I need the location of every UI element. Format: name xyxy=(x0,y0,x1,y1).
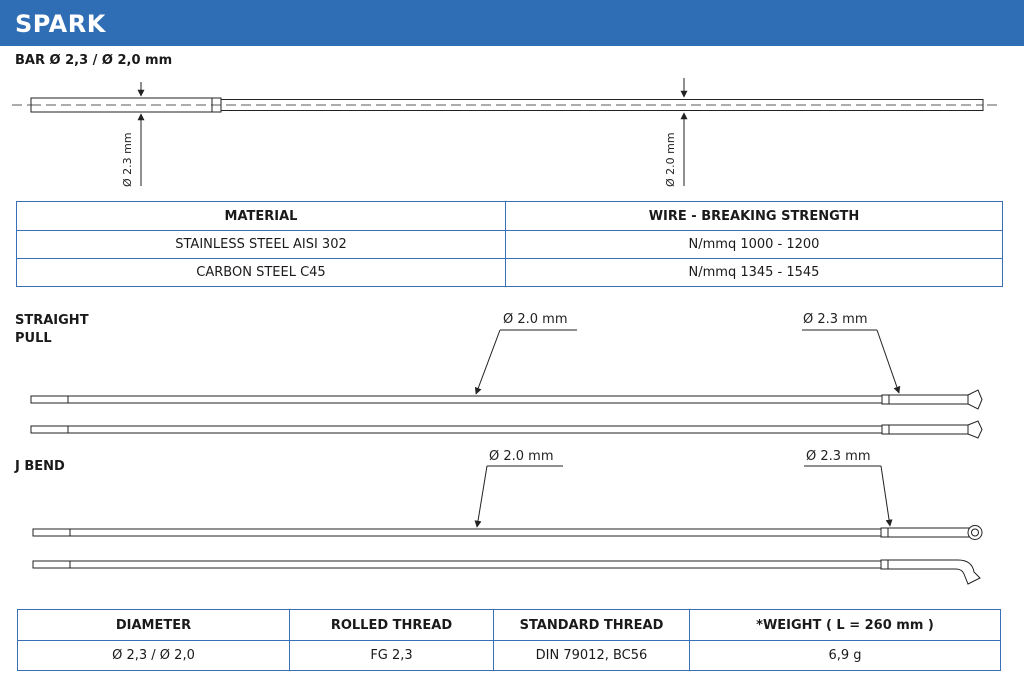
material-cell: STAINLESS STEEL AISI 302 xyxy=(16,230,506,259)
standard-thread-header: STANDARD THREAD xyxy=(493,609,690,641)
material-table: MATERIAL WIRE - BREAKING STRENGTH STAINL… xyxy=(16,201,1003,287)
bar-drawing xyxy=(12,78,1000,186)
breaking-strength-header: WIRE - BREAKING STRENGTH xyxy=(505,201,1003,231)
weight-cell: 6,9 g xyxy=(689,640,1001,671)
j-bend-dim-thin: Ø 2.0 mm xyxy=(489,449,554,464)
table-row: STAINLESS STEEL AISI 302 N/mmq 1000 - 12… xyxy=(16,230,1003,259)
weight-header: *WEIGHT ( L = 260 mm ) xyxy=(689,609,1001,641)
diameter-cell: Ø 2,3 / Ø 2,0 xyxy=(17,640,290,671)
specs-table: DIAMETER ROLLED THREAD STANDARD THREAD *… xyxy=(17,609,1001,671)
bar-dim-right: Ø 2.0 mm xyxy=(664,132,677,187)
rolled-thread-header: ROLLED THREAD xyxy=(289,609,494,641)
j-bend-dim-thick: Ø 2.3 mm xyxy=(806,449,871,464)
diameter-header: DIAMETER xyxy=(17,609,290,641)
straight-pull-drawing xyxy=(30,329,983,439)
table-row: Ø 2,3 / Ø 2,0 FG 2,3 DIN 79012, BC56 6,9… xyxy=(17,640,1001,671)
bar-dim-left: Ø 2.3 mm xyxy=(121,132,134,187)
material-header: MATERIAL xyxy=(16,201,506,231)
table-header-row: MATERIAL WIRE - BREAKING STRENGTH xyxy=(16,201,1003,231)
rolled-thread-cell: FG 2,3 xyxy=(289,640,494,671)
table-header-row: DIAMETER ROLLED THREAD STANDARD THREAD *… xyxy=(17,609,1001,641)
straight-pull-dim-thin: Ø 2.0 mm xyxy=(503,312,568,327)
strength-cell: N/mmq 1000 - 1200 xyxy=(505,230,1003,259)
table-row: CARBON STEEL C45 N/mmq 1345 - 1545 xyxy=(16,258,1003,287)
material-cell: CARBON STEEL C45 xyxy=(16,258,506,287)
standard-thread-cell: DIN 79012, BC56 xyxy=(493,640,690,671)
straight-pull-dim-thick: Ø 2.3 mm xyxy=(803,312,868,327)
technical-drawings: Ø 2.3 mm Ø 2.0 mm Ø 2.0 mm Ø 2.3 mm Ø 2.… xyxy=(12,78,1000,585)
strength-cell: N/mmq 1345 - 1545 xyxy=(505,258,1003,287)
j-bend-drawing xyxy=(32,465,983,585)
